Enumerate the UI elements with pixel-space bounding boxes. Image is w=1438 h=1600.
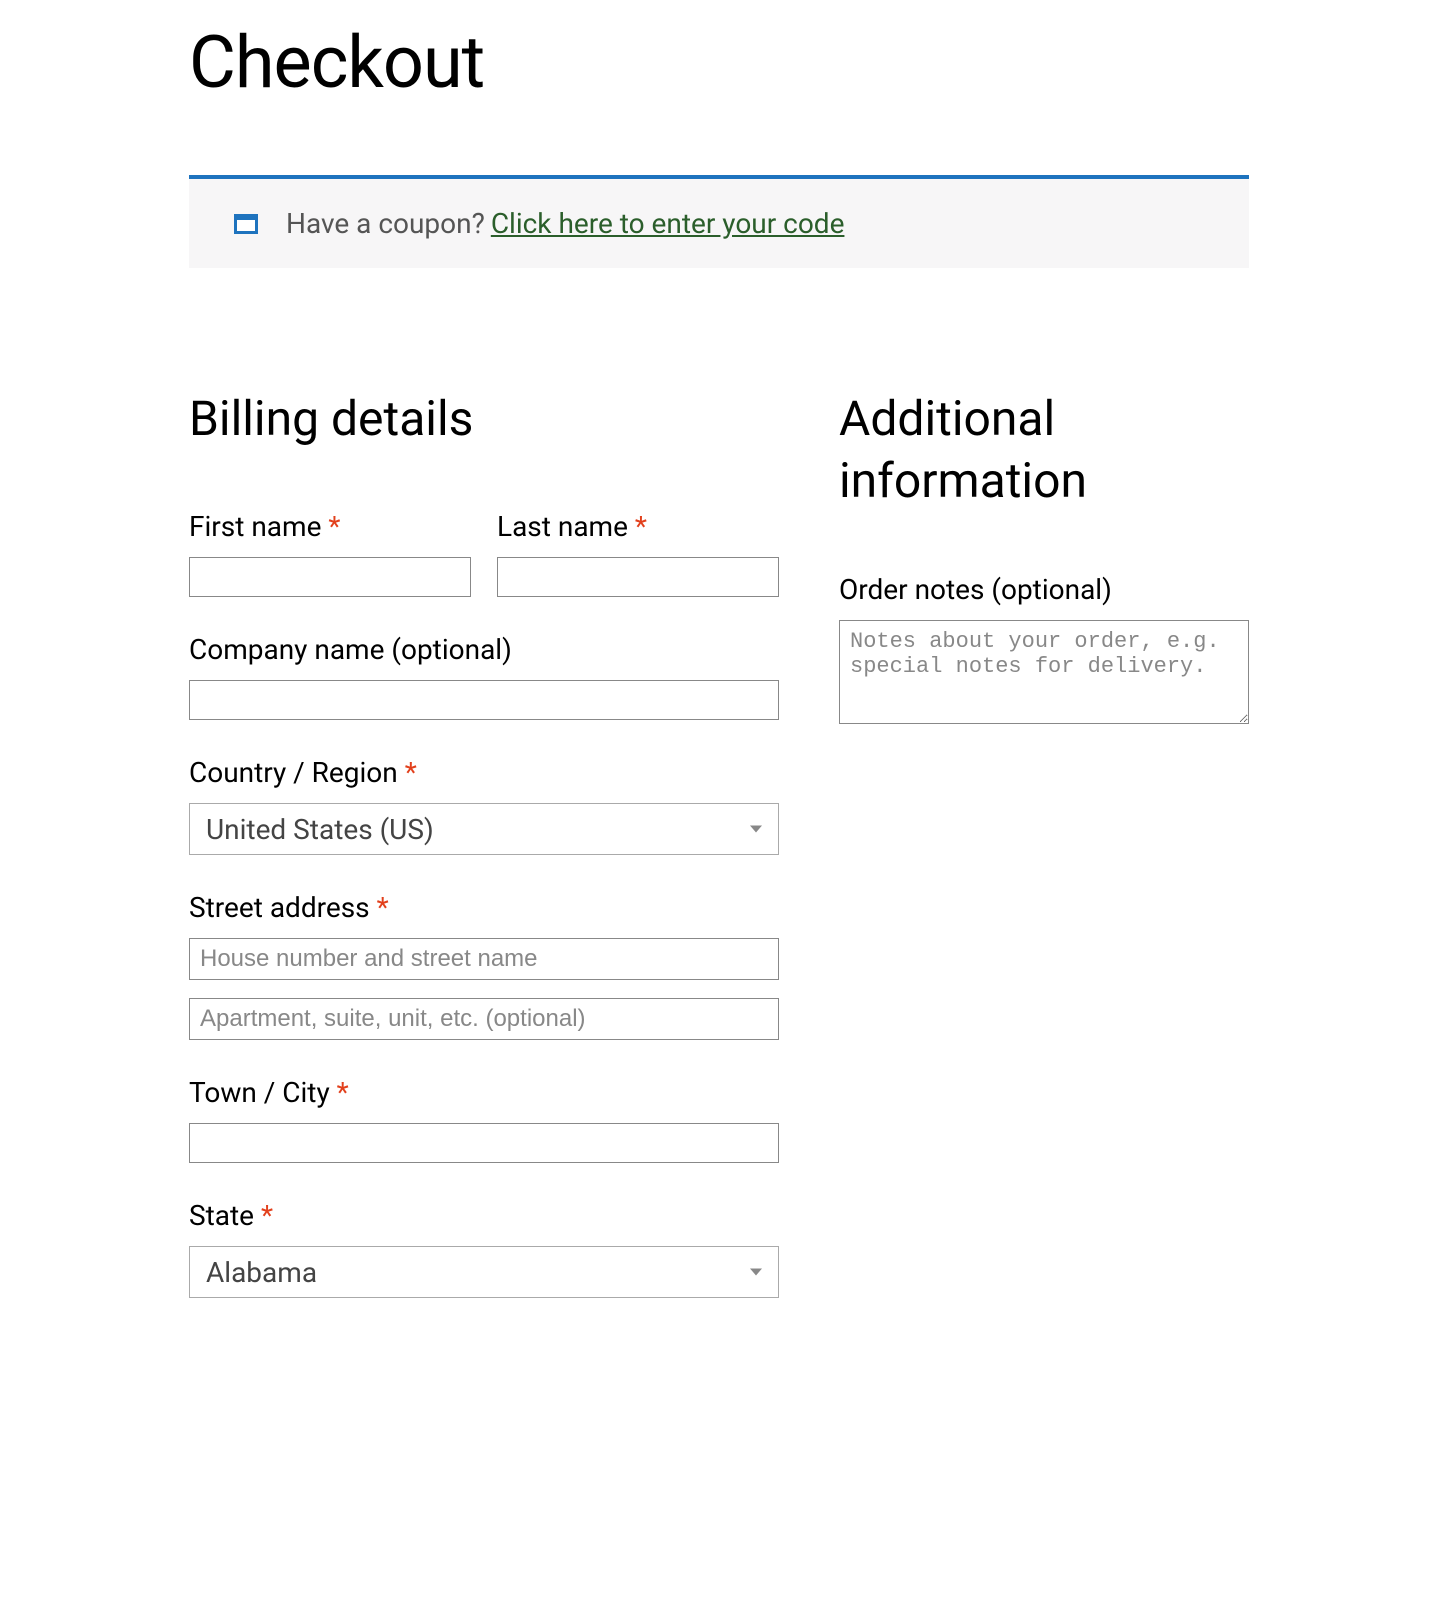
street-label: Street address * [189, 891, 779, 924]
street-address-1-input[interactable] [189, 938, 779, 980]
last-name-input[interactable] [497, 557, 779, 597]
required-marker: * [377, 891, 389, 924]
order-notes-label: Order notes (optional) [839, 573, 1249, 606]
required-marker: * [328, 510, 340, 543]
country-value: United States (US) [206, 813, 434, 846]
street-address-2-input[interactable] [189, 998, 779, 1040]
billing-heading: Billing details [189, 388, 779, 450]
state-select[interactable]: Alabama [189, 1246, 779, 1298]
page-title: Checkout [189, 20, 1249, 105]
order-notes-textarea[interactable] [839, 620, 1249, 724]
country-select[interactable]: United States (US) [189, 803, 779, 855]
city-label: Town / City * [189, 1076, 779, 1109]
state-label: State * [189, 1199, 779, 1232]
required-marker: * [635, 510, 647, 543]
last-name-label: Last name * [497, 510, 779, 543]
coupon-link[interactable]: Click here to enter your code [491, 207, 845, 240]
company-input[interactable] [189, 680, 779, 720]
required-marker: * [337, 1076, 349, 1109]
window-icon [234, 214, 258, 234]
chevron-down-icon [750, 1269, 762, 1276]
coupon-prompt: Have a coupon? [286, 207, 485, 240]
city-input[interactable] [189, 1123, 779, 1163]
chevron-down-icon [750, 826, 762, 833]
coupon-notice: Have a coupon? Click here to enter your … [189, 175, 1249, 268]
country-label: Country / Region * [189, 756, 779, 789]
state-value: Alabama [206, 1256, 317, 1289]
first-name-input[interactable] [189, 557, 471, 597]
required-marker: * [405, 756, 417, 789]
additional-heading: Additional information [839, 388, 1249, 513]
required-marker: * [261, 1199, 273, 1232]
company-label: Company name (optional) [189, 633, 779, 666]
first-name-label: First name * [189, 510, 471, 543]
